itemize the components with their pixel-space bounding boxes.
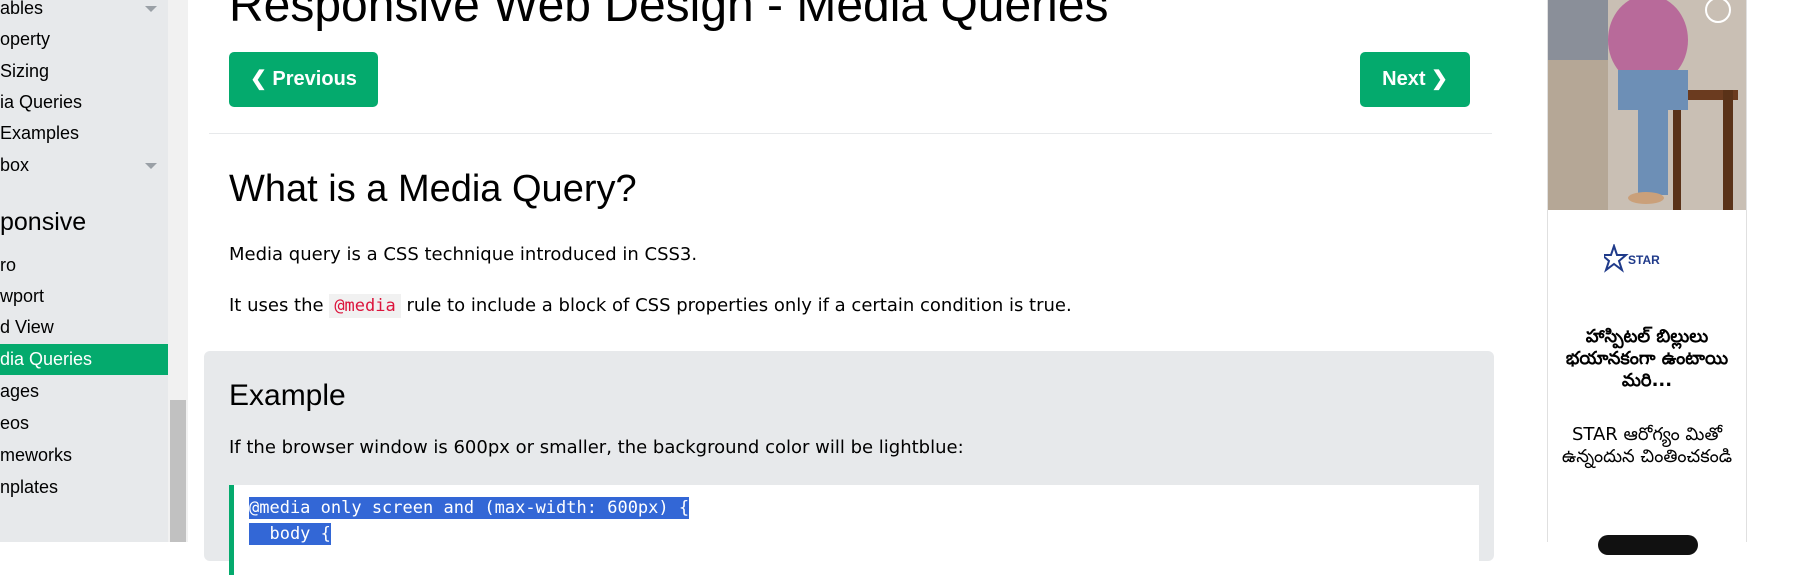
selected-code-text: @media only screen and (max-width: 600px… xyxy=(249,497,690,519)
sidebar-item-images[interactable]: ages xyxy=(0,376,168,407)
sidebar-item-label: ages xyxy=(0,381,40,401)
sidebar-item-label: box xyxy=(0,155,30,175)
paragraph-text: It uses the xyxy=(229,295,330,316)
sidebar-item-examples[interactable]: Examples xyxy=(0,118,168,149)
sidebar-item-label: eos xyxy=(0,413,30,433)
sidebar-item-label: ro xyxy=(0,255,17,275)
chevron-down-icon[interactable] xyxy=(145,6,157,12)
sidebar-item-templates[interactable]: nplates xyxy=(0,472,168,503)
sidebar-item-media-queries[interactable]: ia Queries xyxy=(0,87,168,118)
right-gutter xyxy=(1508,0,1548,542)
ad-headline[interactable]: హాస్పిటల్ బిల్లులు భయానకంగా ఉంటాయి మరి..… xyxy=(1548,326,1746,392)
sidebar-item-viewport[interactable]: wport xyxy=(0,281,168,312)
code-line: body { xyxy=(249,522,331,546)
section-title: What is a Media Query? xyxy=(229,168,637,210)
ad-body: STAR ఆరోగ్యం మితో ఉన్నందున చింతించకండి xyxy=(1561,424,1733,467)
sidebar-item-label: ables xyxy=(0,0,44,18)
sidebar-item-frameworks[interactable]: meworks xyxy=(0,440,168,471)
previous-button[interactable]: ❮ Previous xyxy=(229,52,378,107)
chevron-left-icon: ❮ xyxy=(250,68,267,90)
divider xyxy=(209,133,1492,134)
next-button-label: Next xyxy=(1382,68,1426,90)
sidebar-item-grid-view[interactable]: d View xyxy=(0,312,168,343)
sidebar-item-intro[interactable]: ro xyxy=(0,250,168,281)
sidebar-item-label: d View xyxy=(0,317,54,337)
sidebar-item-label: Sizing xyxy=(0,61,50,81)
next-button[interactable]: Next ❯ xyxy=(1360,52,1470,107)
sidebar-item-label: nplates xyxy=(0,477,59,497)
sidebar-scrollbar-thumb[interactable] xyxy=(170,400,186,542)
paragraph-text: rule to include a block of CSS propertie… xyxy=(400,295,1072,316)
sidebar-item-property[interactable]: operty xyxy=(0,24,168,55)
sidebar-item-label: wport xyxy=(0,286,45,306)
sidebar-item-label: dia Queries xyxy=(0,349,93,369)
sidebar-item-sizing[interactable]: Sizing xyxy=(0,56,168,87)
ad-cta-button[interactable] xyxy=(1598,535,1698,555)
previous-button-label: Previous xyxy=(272,68,357,90)
ad-panel[interactable]: STAR హాస్పిటల్ బిల్లులు భయానకంగా ఉంటాయి … xyxy=(1547,0,1747,555)
code-block[interactable]: @media only screen and (max-width: 600px… xyxy=(229,485,1479,575)
woman-on-chair-image xyxy=(1548,0,1746,210)
chevron-down-icon[interactable] xyxy=(145,163,157,169)
chevron-right-icon: ❯ xyxy=(1431,68,1448,90)
example-description: If the browser window is 600px or smalle… xyxy=(229,437,964,458)
media-rule-paragraph: It uses the @media rule to include a blo… xyxy=(229,293,1072,319)
page-title: Responsive Web Design - Media Queries xyxy=(229,0,1109,32)
sidebar-item-label: meworks xyxy=(0,445,73,465)
inline-code: @media xyxy=(329,294,401,318)
sidebar-item-label: operty xyxy=(0,29,51,49)
intro-paragraph: Media query is a CSS technique introduce… xyxy=(229,244,698,265)
main-content: Responsive Web Design - Media Queries ❮ … xyxy=(188,0,1508,575)
sidebar-item-responsive-media-queries[interactable]: dia Queries xyxy=(0,344,168,375)
code-line: @media only screen and (max-width: 600px… xyxy=(249,496,690,520)
sidebar-section-heading: ponsive xyxy=(0,208,87,236)
sidebar-item-label: Examples xyxy=(0,123,80,143)
sidebar: ables operty Sizing ia Queries Examples … xyxy=(0,0,168,542)
sidebar-item-label: ia Queries xyxy=(0,92,83,112)
star-logo-icon: STAR xyxy=(1604,244,1660,273)
sidebar-item-tables[interactable]: ables xyxy=(0,0,168,24)
ad-photo-image[interactable] xyxy=(1548,0,1746,210)
sidebar-item-videos[interactable]: eos xyxy=(0,408,168,439)
example-title: Example xyxy=(229,379,346,412)
example-box: Example If the browser window is 600px o… xyxy=(204,351,1494,575)
sidebar-item-flexbox[interactable]: box xyxy=(0,150,168,181)
ad-logo-text: STAR xyxy=(1628,253,1660,267)
